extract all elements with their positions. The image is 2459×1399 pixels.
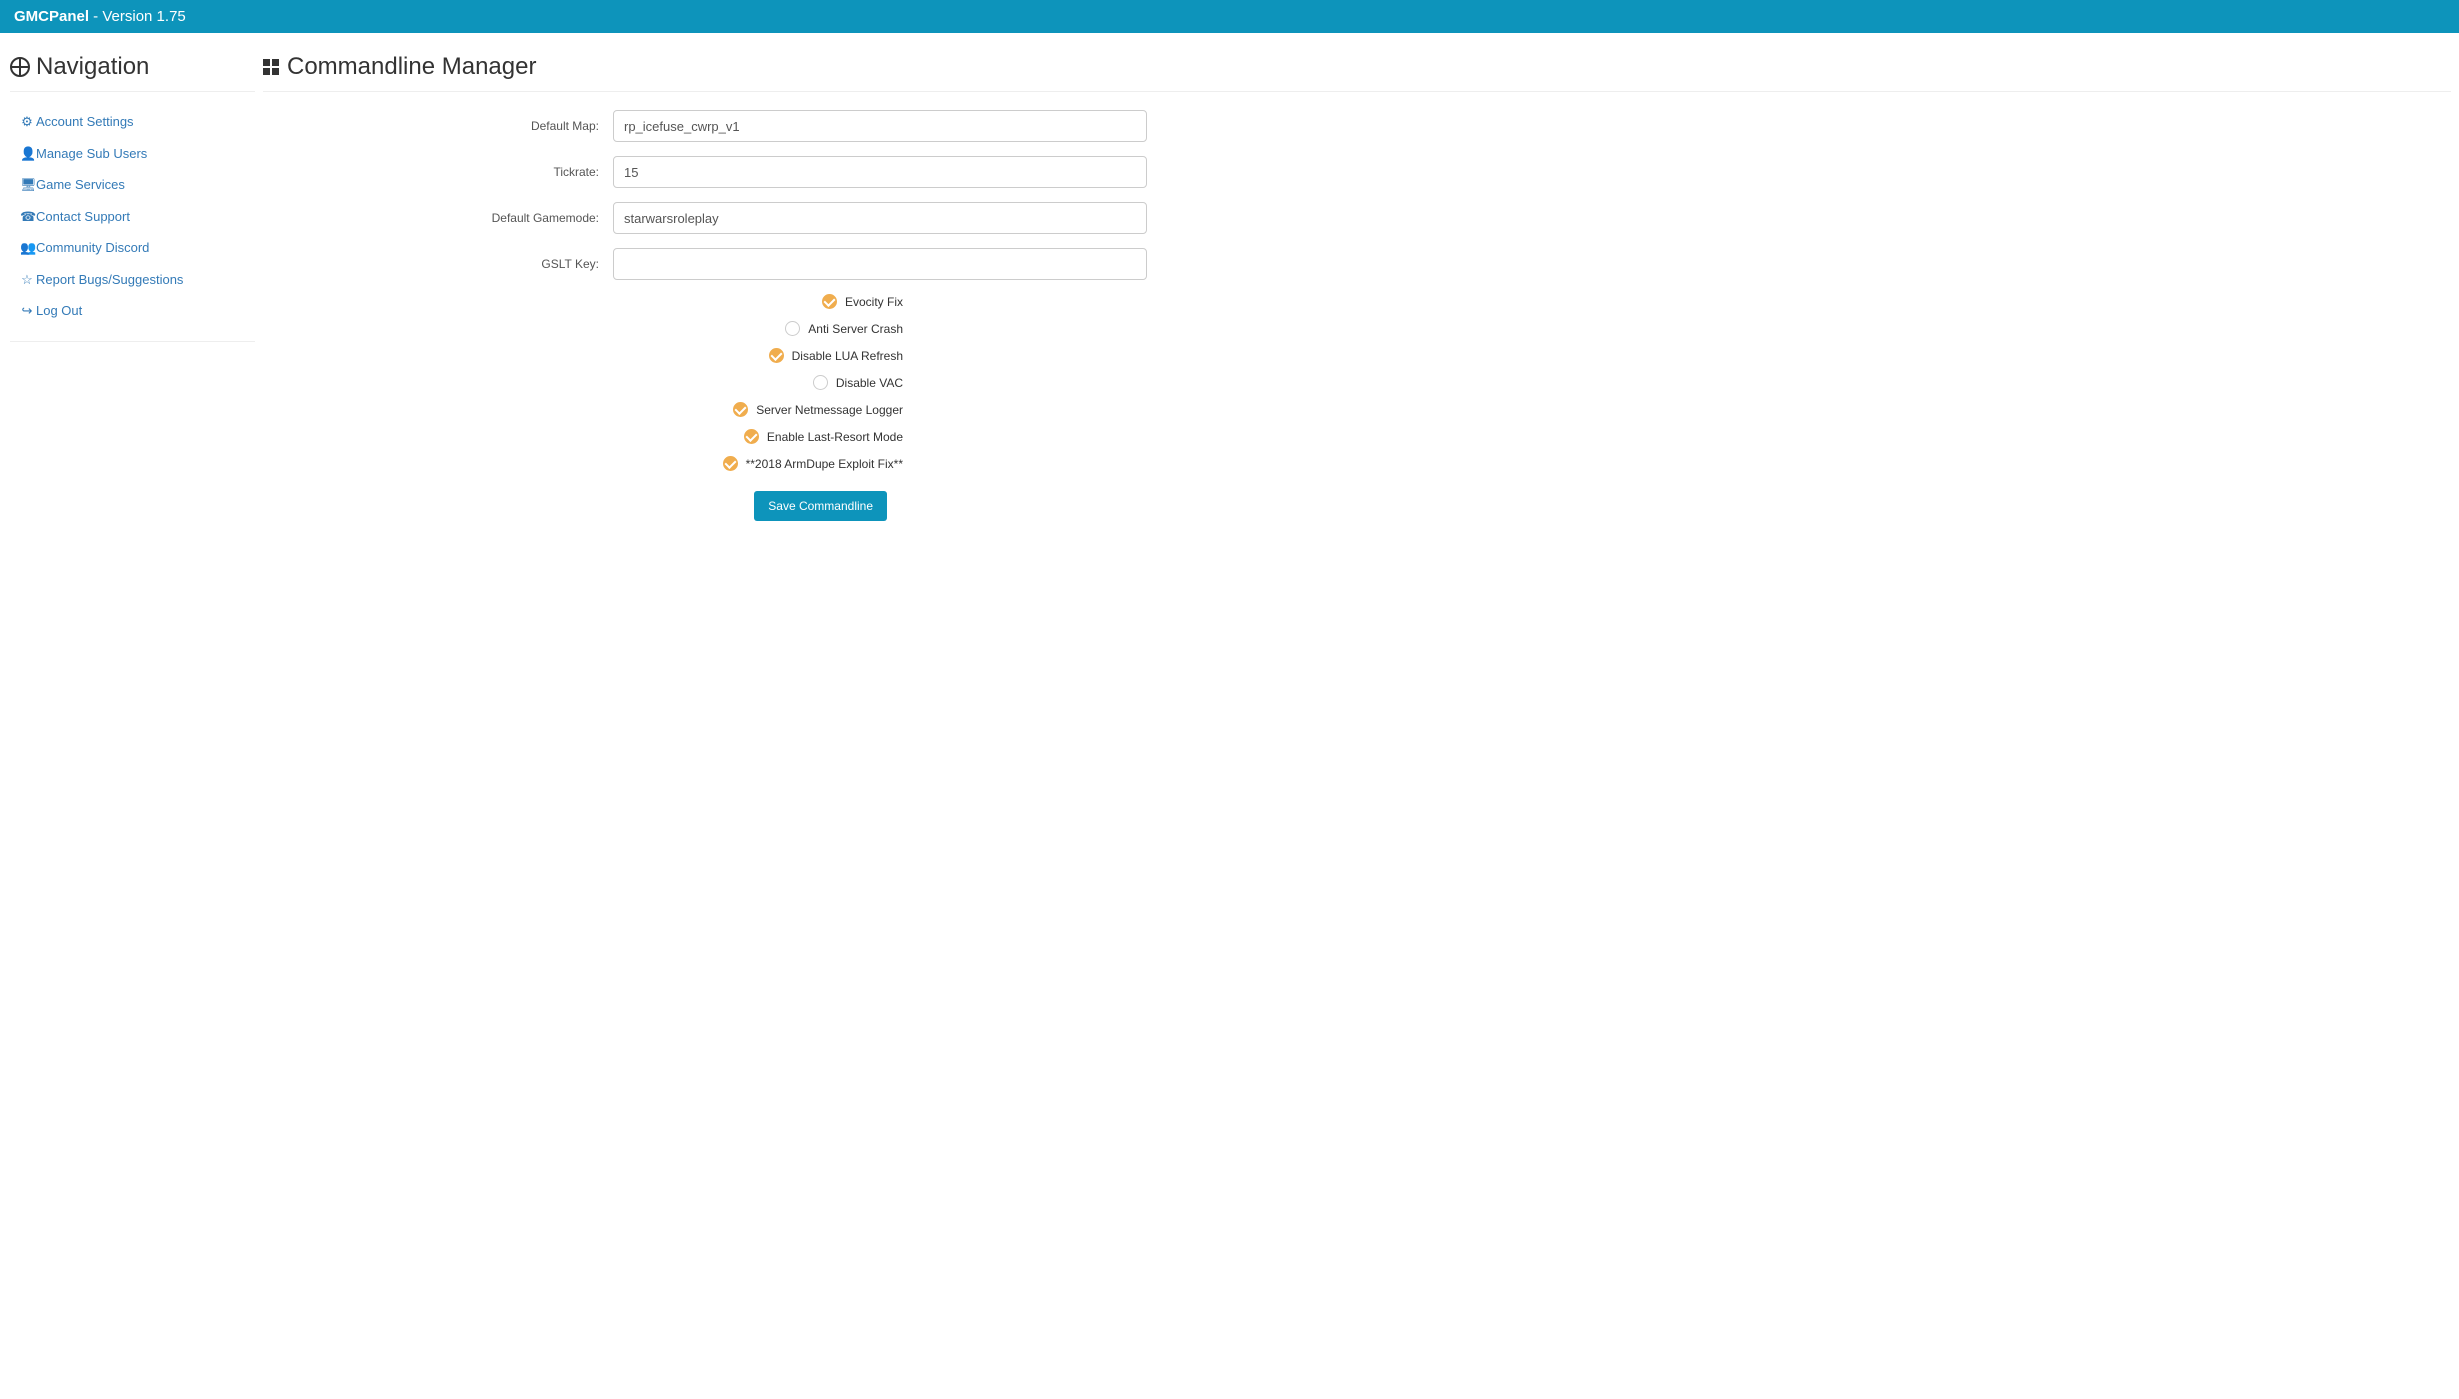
top-bar: GMCPanel - Version 1.75 xyxy=(0,0,2459,33)
sidebar-item-report-bugs[interactable]: ☆Report Bugs/Suggestions xyxy=(18,264,247,296)
label-tickrate: Tickrate: xyxy=(263,165,613,179)
sidebar-item-label: Game Services xyxy=(36,177,125,192)
brand-version: Version 1.75 xyxy=(102,8,185,25)
sidebar-item-account-settings[interactable]: ⚙Account Settings xyxy=(18,106,247,138)
input-gamemode[interactable] xyxy=(613,202,1147,234)
page-title: Commandline Manager xyxy=(263,53,2451,92)
sidebar: Navigation ⚙Account Settings 👤Manage Sub… xyxy=(8,45,263,521)
check-row: Server Netmessage Logger xyxy=(263,402,903,417)
label-gamemode: Default Gamemode: xyxy=(263,211,613,225)
check-label: Enable Last-Resort Mode xyxy=(767,430,903,444)
check-circle-icon[interactable] xyxy=(744,429,759,444)
check-label: Disable LUA Refresh xyxy=(792,349,903,363)
form-row-tickrate: Tickrate: xyxy=(263,156,1163,188)
sidebar-title: Navigation xyxy=(10,53,255,92)
globe-icon xyxy=(10,57,30,77)
server-icon: 🖥 xyxy=(20,175,34,195)
check-circle-icon[interactable] xyxy=(769,348,784,363)
input-default-map[interactable] xyxy=(613,110,1147,142)
check-row: Disable VAC xyxy=(263,375,903,390)
check-row: Enable Last-Resort Mode xyxy=(263,429,903,444)
label-gslt: GSLT Key: xyxy=(263,257,613,271)
check-row: **2018 ArmDupe Exploit Fix** xyxy=(263,456,903,471)
check-row: Anti Server Crash xyxy=(263,321,903,336)
commandline-form: Default Map: Tickrate: Default Gamemode:… xyxy=(263,110,1163,521)
check-label: Evocity Fix xyxy=(845,295,903,309)
gear-icon: ⚙ xyxy=(20,112,34,132)
grid-icon xyxy=(263,59,279,75)
save-commandline-button[interactable]: Save Commandline xyxy=(754,491,887,521)
main-content: Commandline Manager Default Map: Tickrat… xyxy=(263,45,2451,521)
circle-icon[interactable] xyxy=(785,321,800,336)
check-label: Disable VAC xyxy=(836,376,903,390)
sidebar-item-game-services[interactable]: 🖥Game Services xyxy=(18,169,247,201)
form-row-default-map: Default Map: xyxy=(263,110,1163,142)
sidebar-nav: ⚙Account Settings 👤Manage Sub Users 🖥Gam… xyxy=(10,106,255,342)
check-label: Anti Server Crash xyxy=(808,322,903,336)
input-gslt[interactable] xyxy=(613,248,1147,280)
sidebar-item-sub-users[interactable]: 👤Manage Sub Users xyxy=(18,138,247,170)
users-icon: 👥 xyxy=(20,238,34,258)
form-row-gamemode: Default Gamemode: xyxy=(263,202,1163,234)
user-icon: 👤 xyxy=(20,144,34,164)
phone-icon: ☎ xyxy=(20,207,34,227)
sidebar-item-label: Manage Sub Users xyxy=(36,146,147,161)
sidebar-item-label: Report Bugs/Suggestions xyxy=(36,272,183,287)
sidebar-item-logout[interactable]: ↪Log Out xyxy=(18,295,247,327)
sidebar-item-label: Contact Support xyxy=(36,209,130,224)
check-row: Disable LUA Refresh xyxy=(263,348,903,363)
check-circle-icon[interactable] xyxy=(733,402,748,417)
star-icon: ☆ xyxy=(20,270,34,290)
brand-sep: - xyxy=(89,8,102,25)
input-tickrate[interactable] xyxy=(613,156,1147,188)
logout-icon: ↪ xyxy=(20,301,34,321)
sidebar-item-label: Account Settings xyxy=(36,114,134,129)
check-label: Server Netmessage Logger xyxy=(756,403,903,417)
sidebar-item-label: Community Discord xyxy=(36,240,149,255)
circle-icon[interactable] xyxy=(813,375,828,390)
sidebar-item-contact-support[interactable]: ☎Contact Support xyxy=(18,201,247,233)
check-row: Evocity Fix xyxy=(263,294,903,309)
sidebar-item-label: Log Out xyxy=(36,303,82,318)
brand-name: GMCPanel xyxy=(14,8,89,25)
sidebar-item-discord[interactable]: 👥Community Discord xyxy=(18,232,247,264)
check-label: **2018 ArmDupe Exploit Fix** xyxy=(746,457,903,471)
label-default-map: Default Map: xyxy=(263,119,613,133)
page-title-text: Commandline Manager xyxy=(287,53,536,81)
check-circle-icon[interactable] xyxy=(723,456,738,471)
sidebar-title-text: Navigation xyxy=(36,53,149,81)
check-circle-icon[interactable] xyxy=(822,294,837,309)
form-row-gslt: GSLT Key: xyxy=(263,248,1163,280)
